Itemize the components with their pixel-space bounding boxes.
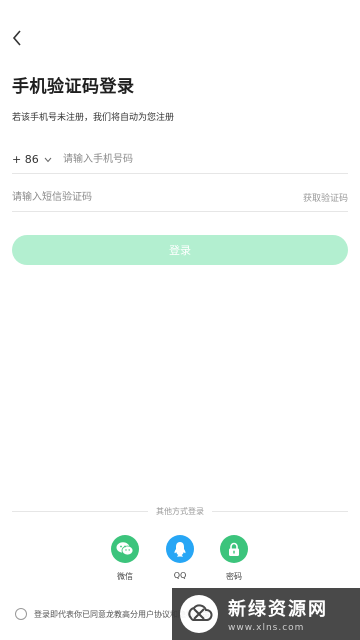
watermark-text: 新绿资源网 www.xlns.com <box>228 595 328 633</box>
chevron-left-icon <box>12 30 22 50</box>
agreement-checkbox[interactable] <box>15 608 27 620</box>
back-button[interactable] <box>6 28 28 52</box>
country-code-selector[interactable]: + 86 <box>12 153 63 166</box>
password-login-button[interactable]: 密码 <box>214 535 254 582</box>
phone-input[interactable] <box>63 147 348 172</box>
code-row: 获取验证码 <box>12 184 348 212</box>
qq-login-button[interactable]: QQ <box>160 535 200 580</box>
lock-icon <box>220 535 248 563</box>
password-label: 密码 <box>226 572 242 581</box>
sms-code-input[interactable] <box>12 185 303 210</box>
watermark: 新绿资源网 www.xlns.com <box>172 588 360 640</box>
divider-line-right <box>212 510 348 512</box>
divider-line-left <box>12 510 148 512</box>
qq-icon <box>166 535 194 563</box>
phone-row: + 86 <box>12 146 348 174</box>
wechat-label: 微信 <box>117 572 133 581</box>
watermark-url: www.xlns.com <box>228 623 305 633</box>
qq-label: QQ <box>173 571 187 580</box>
wechat-login-button[interactable]: 微信 <box>105 535 145 582</box>
chevron-down-icon <box>44 157 52 163</box>
login-screen: 手机验证码登录 若该手机号未注册，我们将自动为您注册 + 86 获取验证码 登录… <box>0 0 360 640</box>
watermark-title: 新绿资源网 <box>228 599 328 619</box>
agreement-text: 登录即代表你已同意龙教高分用户 <box>34 609 154 619</box>
page-subtitle: 若该手机号未注册，我们将自动为您注册 <box>12 113 175 123</box>
watermark-logo-icon <box>180 595 218 633</box>
wechat-icon <box>111 535 139 563</box>
page-title: 手机验证码登录 <box>12 77 135 97</box>
login-button[interactable]: 登录 <box>12 235 348 265</box>
other-login-label: 其他方式登录 <box>156 506 204 516</box>
get-code-button[interactable]: 获取验证码 <box>303 191 348 204</box>
country-code-label: + 86 <box>12 153 39 166</box>
other-login-divider: 其他方式登录 <box>12 504 348 518</box>
